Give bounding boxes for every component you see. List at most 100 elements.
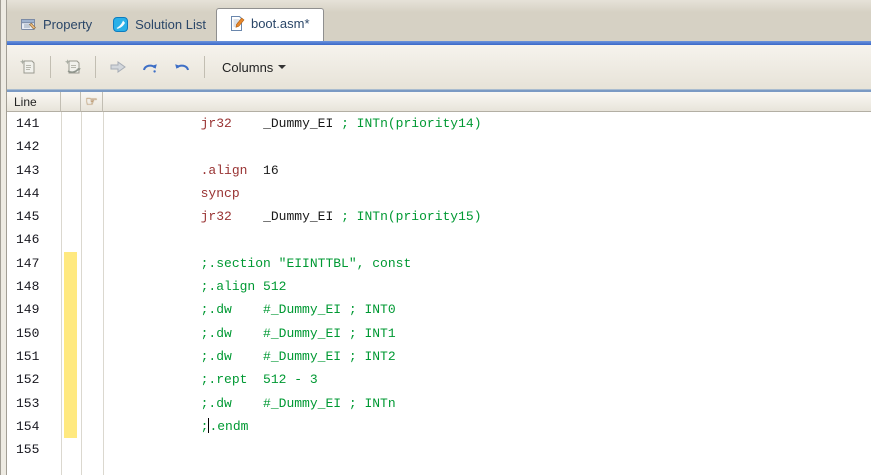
- code-line[interactable]: 147 ;.section "EIINTTBL", const: [7, 251, 871, 276]
- code-line[interactable]: 143 .align 16: [7, 159, 871, 182]
- edit-marker: [64, 391, 77, 415]
- line-number[interactable]: 155: [7, 438, 61, 461]
- edit-marker-cell: [61, 205, 81, 228]
- code-text[interactable]: jr32 _Dummy_EI ; INTn(priority14): [103, 112, 871, 135]
- code-line[interactable]: 155: [7, 438, 871, 461]
- code-line[interactable]: 149 ;.dw #_Dummy_EI ; INT0: [7, 298, 871, 322]
- edit-marker: [64, 275, 77, 299]
- doc-star-button[interactable]: [15, 54, 41, 80]
- line-number[interactable]: 145: [7, 205, 61, 228]
- tab-bar: Property Solution List boot.asm*: [7, 0, 871, 41]
- line-number[interactable]: 147: [7, 252, 61, 275]
- code-editor: Line ☞ 141 jr32 _Dummy_EI ; INTn(priorit…: [7, 92, 871, 475]
- line-number[interactable]: 142: [7, 135, 61, 158]
- undo-button[interactable]: [169, 54, 195, 80]
- code-line[interactable]: 145 jr32 _Dummy_EI ; INTn(priority15): [7, 205, 871, 228]
- edit-marker-cell: [61, 159, 81, 182]
- undo-arrow-icon: [175, 64, 189, 71]
- line-number[interactable]: 148: [7, 275, 61, 298]
- code-rows[interactable]: 141 jr32 _Dummy_EI ; INTn(priority14) 142…: [7, 112, 871, 475]
- code-text[interactable]: syncp: [103, 182, 871, 205]
- code-text[interactable]: ;.dw #_Dummy_EI ; INT0: [103, 298, 871, 321]
- code-line[interactable]: 141 jr32 _Dummy_EI ; INTn(priority14): [7, 112, 871, 135]
- toolbar-separator: [95, 56, 96, 78]
- line-number[interactable]: 153: [7, 392, 61, 415]
- code-line[interactable]: 150 ;.dw #_Dummy_EI ; INT1: [7, 321, 871, 345]
- tab-label: boot.asm*: [250, 16, 310, 31]
- address-cell: [81, 368, 103, 391]
- line-number[interactable]: 143: [7, 159, 61, 182]
- edit-marker-cell: [61, 344, 81, 369]
- code-text[interactable]: ;.rept 512 - 3: [103, 368, 871, 391]
- line-number[interactable]: 149: [7, 298, 61, 321]
- edit-marker: [64, 251, 77, 276]
- address-cell: [81, 112, 103, 135]
- document-edit-icon: [230, 16, 245, 31]
- editor-window: Property Solution List boot.asm* Columns…: [0, 0, 871, 475]
- code-line[interactable]: 146: [7, 228, 871, 251]
- edit-marker: [64, 321, 77, 345]
- edit-marker: [64, 414, 77, 439]
- code-line[interactable]: 142: [7, 135, 871, 158]
- code-text[interactable]: ;.dw #_Dummy_EI ; INT1: [103, 322, 871, 345]
- code-text[interactable]: jr32 _Dummy_EI ; INTn(priority15): [103, 205, 871, 228]
- solution-list-icon: [113, 17, 129, 32]
- tab-solution-list[interactable]: Solution List: [102, 10, 216, 41]
- code-segment: .endm: [209, 418, 249, 434]
- edit-marker-cell: [61, 251, 81, 276]
- code-segment: ;: [200, 418, 209, 434]
- tab-property[interactable]: Property: [10, 10, 102, 41]
- line-number[interactable]: 146: [7, 228, 61, 251]
- doc-star-arrow-button[interactable]: [60, 54, 86, 80]
- code-text[interactable]: [103, 135, 871, 158]
- code-segment: ;.dw #_Dummy_EI ; INT0: [200, 302, 396, 318]
- code-text[interactable]: ;.dw #_Dummy_EI ; INTn: [103, 392, 871, 415]
- editor-toolbar: Columns: [7, 45, 871, 89]
- code-segment: syncp: [200, 185, 240, 201]
- code-text[interactable]: ;.dw #_Dummy_EI ; INT2: [103, 345, 871, 368]
- redo-button[interactable]: [137, 54, 163, 80]
- line-number[interactable]: 151: [7, 345, 61, 368]
- code-segment: ; INTn(priority15): [341, 209, 482, 225]
- property-icon: [21, 19, 36, 30]
- columns-dropdown-button[interactable]: Columns: [214, 56, 294, 79]
- line-number[interactable]: 141: [7, 112, 61, 135]
- code-text[interactable]: ;.endm: [103, 415, 871, 438]
- marker-column-header: [61, 92, 81, 112]
- code-line[interactable]: 148 ;.align 512: [7, 275, 871, 299]
- code-text[interactable]: .align 16: [103, 159, 871, 182]
- line-number[interactable]: 154: [7, 415, 61, 438]
- edit-marker-cell: [61, 228, 81, 251]
- code-line[interactable]: 154 ;.endm: [7, 414, 871, 439]
- address-cell: [81, 345, 103, 368]
- doc-star-arrow-icon: [64, 59, 81, 74]
- edit-marker-cell: [61, 135, 81, 158]
- code-text[interactable]: ;.section "EIINTTBL", const: [103, 252, 871, 275]
- forward-button[interactable]: [105, 54, 131, 80]
- code-text[interactable]: ;.align 512: [103, 275, 871, 298]
- address-cell: [81, 322, 103, 345]
- address-cell: [81, 182, 103, 205]
- edit-marker-cell: [61, 298, 81, 322]
- code-line[interactable]: 144 syncp: [7, 182, 871, 205]
- code-line[interactable]: 153 ;.dw #_Dummy_EI ; INTn: [7, 391, 871, 415]
- edit-marker: [64, 298, 77, 322]
- line-number[interactable]: 152: [7, 368, 61, 391]
- tab-boot-asm[interactable]: boot.asm*: [215, 8, 324, 41]
- code-line[interactable]: 151 ;.dw #_Dummy_EI ; INT2: [7, 344, 871, 369]
- code-text[interactable]: [103, 228, 871, 251]
- code-segment: ;.section "EIINTTBL", const: [200, 255, 412, 271]
- code-line[interactable]: 152 ;.rept 512 - 3: [7, 368, 871, 392]
- line-number[interactable]: 150: [7, 322, 61, 345]
- code-text[interactable]: [103, 438, 871, 461]
- code-segment: jr32: [200, 209, 232, 225]
- line-number[interactable]: 144: [7, 182, 61, 205]
